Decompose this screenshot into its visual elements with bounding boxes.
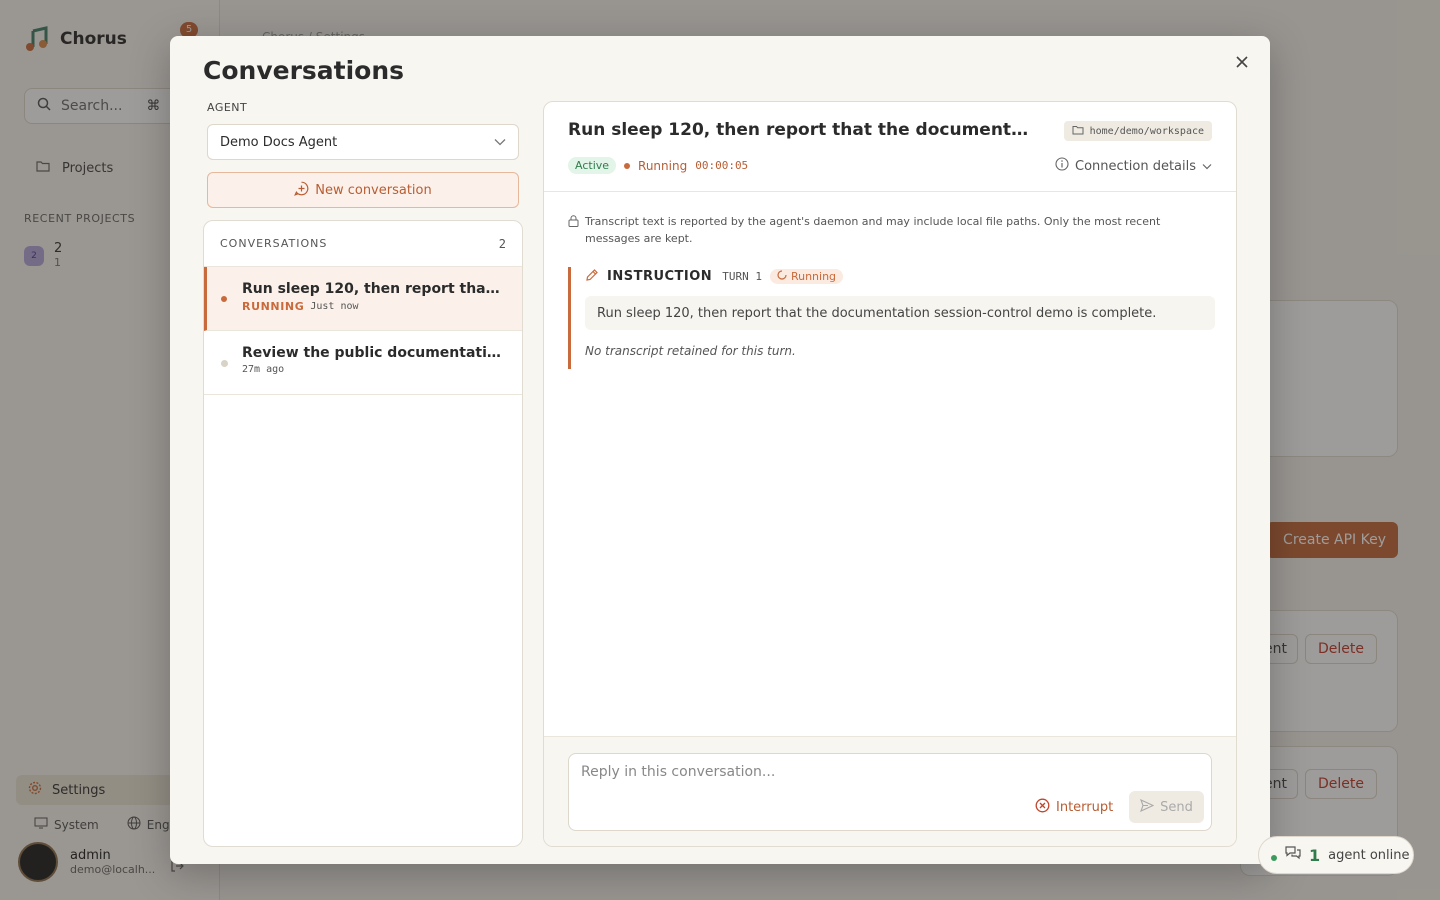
instruction-text: Run sleep 120, then report that the docu…: [585, 296, 1215, 330]
online-dot: [1271, 855, 1277, 861]
chevron-down-icon: [1202, 159, 1212, 174]
chat-bubbles-icon: [1285, 846, 1301, 864]
modal-title: Conversations: [203, 56, 405, 85]
agents-online-count: 1: [1309, 845, 1321, 865]
running-dot: [624, 162, 631, 169]
lock-icon: [568, 215, 579, 247]
conversation-time: Just now: [310, 301, 359, 312]
new-conversation-label: New conversation: [315, 182, 432, 198]
no-transcript-note: No transcript retained for this turn.: [585, 344, 796, 358]
connection-details-label: Connection details: [1075, 158, 1196, 174]
info-icon: [1055, 157, 1069, 175]
conversation-detail-panel: Run sleep 120, then report that the docu…: [543, 101, 1237, 847]
send-button[interactable]: Send: [1129, 791, 1204, 823]
agents-online-label: agent online: [1328, 847, 1410, 863]
interrupt-button[interactable]: Interrupt: [1035, 798, 1113, 817]
chat-plus-icon: [294, 181, 309, 200]
turn-status-badge: Running: [769, 269, 844, 284]
agent-label: AGENT: [207, 101, 248, 114]
conversations-count: 2: [498, 236, 506, 251]
send-label: Send: [1160, 799, 1193, 815]
transcript-notice: Transcript text is reported by the agent…: [568, 213, 1188, 247]
pencil-icon: [585, 267, 599, 286]
agents-online-indicator[interactable]: 1 agent online: [1258, 836, 1414, 874]
transcript-notice-text: Transcript text is reported by the agent…: [585, 215, 1161, 245]
agent-select-value: Demo Docs Agent: [220, 134, 338, 150]
composer-area: Reply in this conversation... Interrupt …: [544, 736, 1236, 846]
conversation-list-panel: CONVERSATIONS 2 Run sleep 120, then repo…: [203, 220, 523, 847]
stop-circle-icon: [1035, 798, 1050, 817]
conversation-title: Run sleep 120, then report that the docu…: [242, 281, 504, 297]
reply-placeholder: Reply in this conversation...: [581, 764, 776, 780]
connection-details-toggle[interactable]: Connection details: [1055, 157, 1212, 175]
reply-input[interactable]: Reply in this conversation... Interrupt …: [568, 753, 1212, 831]
conversations-heading: CONVERSATIONS: [220, 237, 328, 250]
status-dot: [221, 360, 228, 367]
conversation-status: RUNNING: [242, 300, 305, 313]
conversations-modal: Conversations AGENT Demo Docs Agent New …: [170, 36, 1270, 864]
turn-number: TURN 1: [722, 270, 762, 283]
close-icon[interactable]: [1232, 52, 1252, 72]
workspace-path-chip: home/demo/workspace: [1063, 121, 1212, 141]
folder-icon: [1072, 125, 1084, 138]
chevron-down-icon: [494, 135, 506, 150]
spinner-icon: [777, 270, 787, 283]
conversation-time: 27m ago: [242, 364, 285, 375]
instruction-turn: INSTRUCTION TURN 1 Running Run sleep 120…: [568, 267, 1215, 369]
running-timer: 00:00:05: [695, 159, 749, 172]
turn-status: Running: [790, 270, 837, 283]
running-status: Running: [638, 158, 688, 173]
turn-label: INSTRUCTION: [607, 269, 713, 284]
conversation-title: Review the public documentation: [242, 345, 504, 361]
conversation-detail-title: Run sleep 120, then report that the docu…: [568, 120, 1038, 140]
agent-select[interactable]: Demo Docs Agent: [207, 124, 519, 160]
status-badge: Active: [568, 157, 617, 174]
status-dot: [221, 296, 227, 302]
conversation-list-item[interactable]: Review the public documentation 27m ago: [204, 331, 522, 395]
conversation-list-item[interactable]: Run sleep 120, then report that the docu…: [204, 267, 522, 331]
new-conversation-button[interactable]: New conversation: [207, 172, 519, 208]
workspace-path: home/demo/workspace: [1089, 125, 1204, 137]
interrupt-label: Interrupt: [1056, 800, 1114, 815]
send-icon: [1140, 798, 1155, 816]
